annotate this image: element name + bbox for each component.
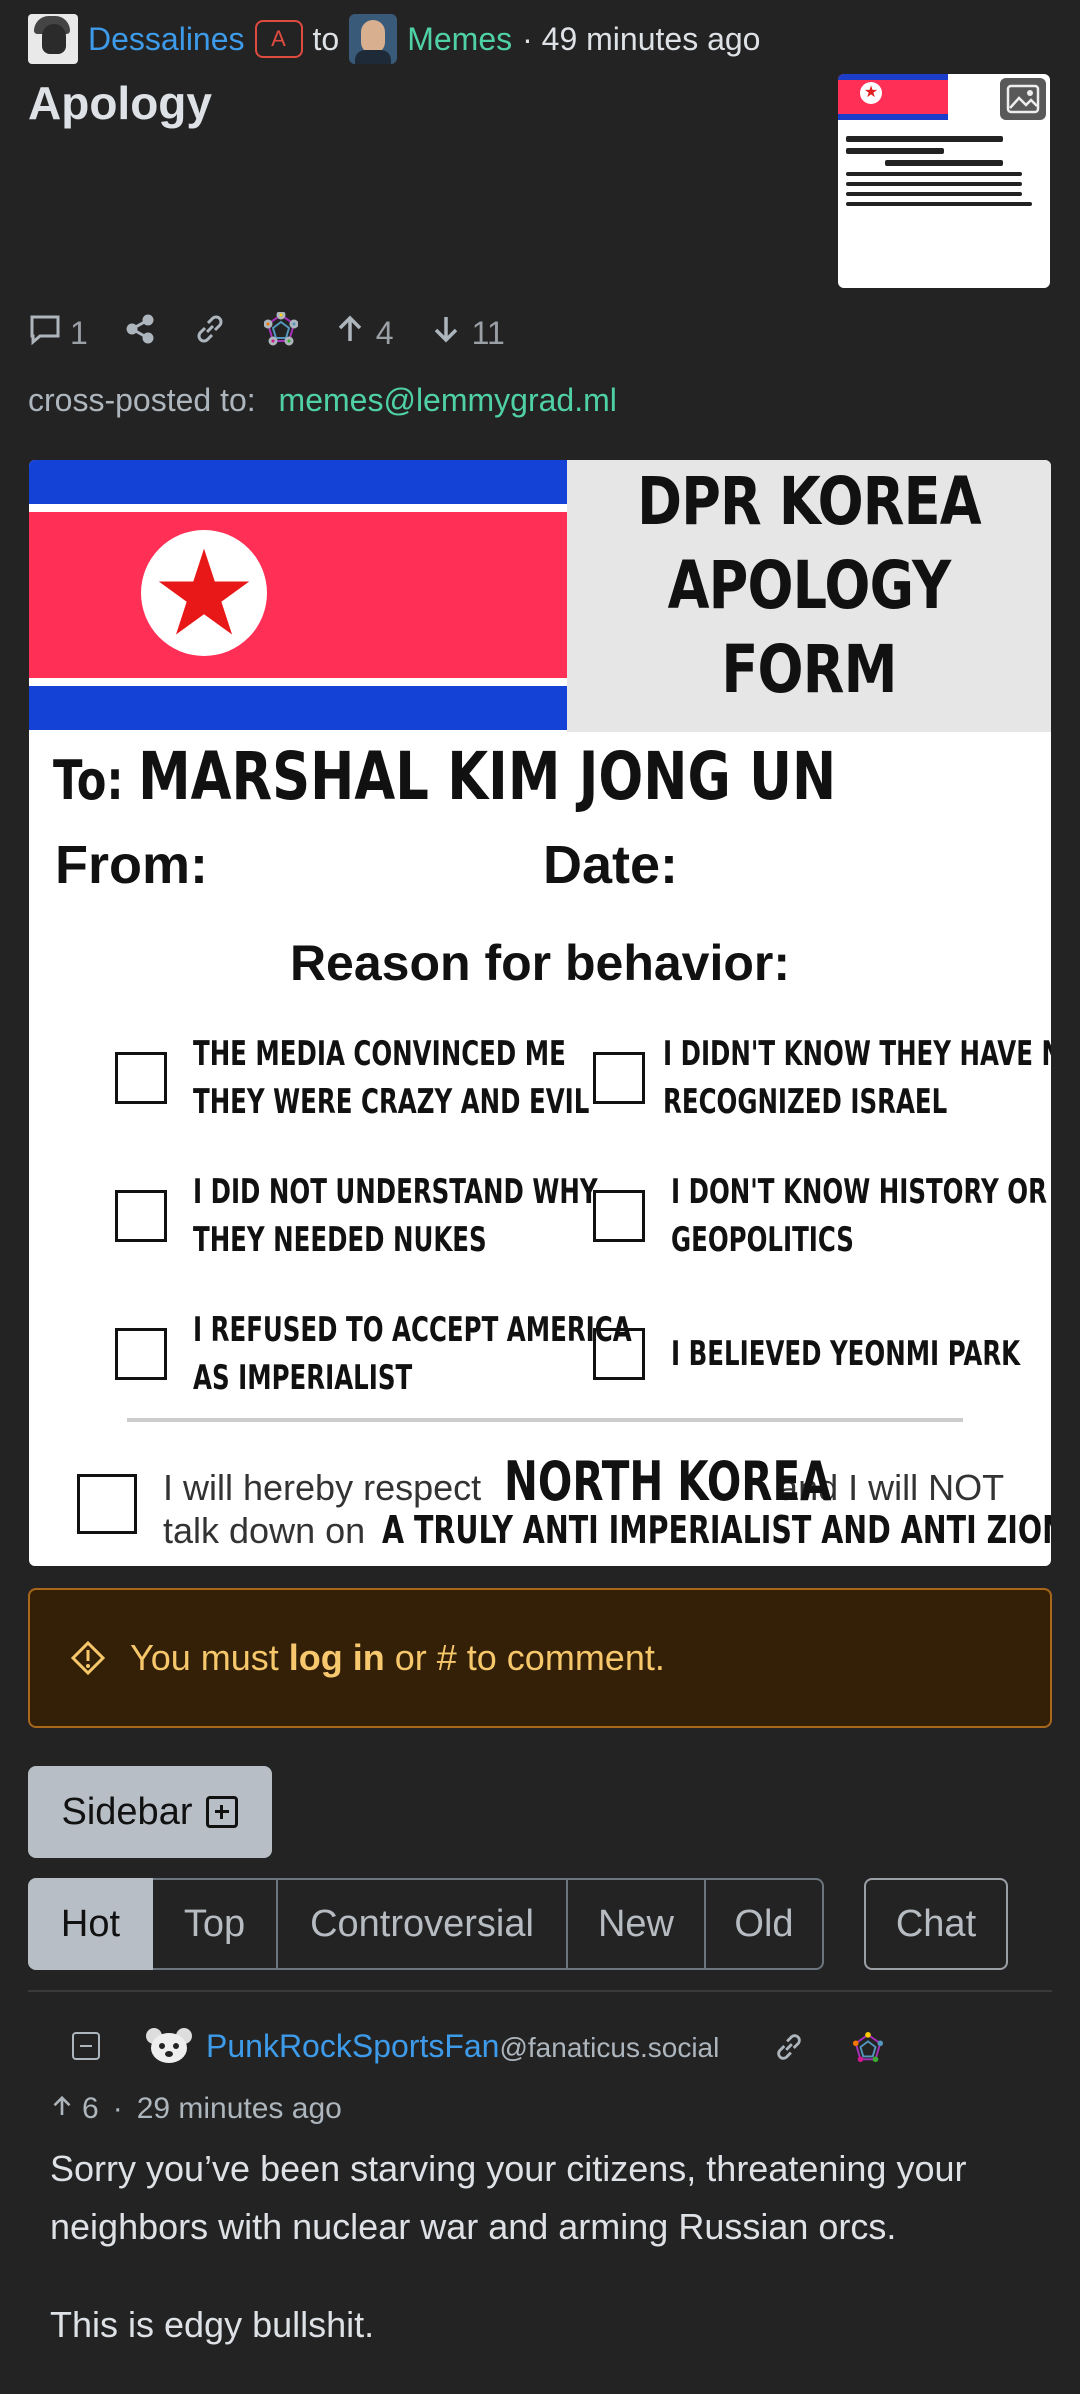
- option-israel: I DIDN'T KNOW THEY HAVE NEVERRECOGNIZED …: [593, 1030, 1051, 1126]
- comment-icon: [28, 312, 62, 354]
- post-meta: Dessalines A to Memes · 49 minutes ago: [28, 14, 760, 64]
- tab-old[interactable]: Old: [706, 1878, 824, 1970]
- community-avatar[interactable]: [349, 14, 398, 64]
- final-statement: I will hereby respect NORTH KOREA and I …: [77, 1450, 1051, 1558]
- comments-button[interactable]: 1: [28, 312, 88, 354]
- from-label: From:: [55, 835, 208, 895]
- link-icon: [192, 311, 228, 355]
- minus-square-icon[interactable]: [72, 2032, 100, 2060]
- plus-square-icon: [206, 1796, 239, 1828]
- tab-hot[interactable]: Hot: [28, 1878, 153, 1970]
- checkbox: [115, 1190, 167, 1242]
- share-button[interactable]: [124, 313, 156, 353]
- checkbox: [77, 1474, 137, 1534]
- upvote-button[interactable]: 4: [334, 313, 394, 353]
- tab-controversial[interactable]: Controversial: [278, 1878, 568, 1970]
- tab-top[interactable]: Top: [153, 1878, 278, 1970]
- post-actions: 1 4 11: [28, 308, 541, 358]
- admin-badge: A: [254, 20, 303, 58]
- fediverse-link[interactable]: [263, 310, 299, 354]
- sidebar-label: Sidebar: [61, 1790, 193, 1833]
- commenter-avatar[interactable]: [144, 2026, 194, 2066]
- alert-prefix: You must: [130, 1637, 279, 1678]
- post-title[interactable]: Apology: [28, 76, 212, 130]
- downvote-icon: [430, 313, 462, 353]
- thumb-text-lines: [846, 130, 1042, 212]
- dprk-flag: ★: [29, 460, 567, 730]
- image-icon: [1000, 78, 1046, 120]
- upvote-icon: [50, 2092, 82, 2126]
- comments-count: 1: [70, 314, 88, 351]
- to-word: to: [312, 20, 340, 57]
- checkbox: [115, 1328, 167, 1380]
- commenter-instance: @fanaticus.social: [499, 2032, 720, 2063]
- thumb-flag: [838, 74, 948, 120]
- crossposted-link[interactable]: memes@lemmygrad.ml: [279, 382, 617, 418]
- upvote-icon: [334, 313, 366, 353]
- comment-score: 6: [82, 2092, 99, 2125]
- tab-new[interactable]: New: [568, 1878, 706, 1970]
- crossposted-line: cross-posted to: memes@lemmygrad.ml: [28, 382, 617, 419]
- checkbox: [115, 1052, 167, 1104]
- share-icon: [124, 313, 156, 353]
- post-image[interactable]: ★ DPR KOREA APOLOGY FORM To: MARSHAL KIM …: [29, 460, 1051, 1566]
- red-star-icon: ★: [151, 528, 257, 660]
- community-link[interactable]: Memes: [407, 21, 512, 58]
- form-heading: DPR KOREA APOLOGY FORM: [567, 460, 1051, 732]
- link-icon[interactable]: [772, 2030, 806, 2069]
- author-link[interactable]: Dessalines: [88, 21, 245, 58]
- login-alert: You must log in or # to comment.: [28, 1588, 1052, 1728]
- chat-button[interactable]: Chat: [864, 1878, 1008, 1970]
- reason-heading: Reason for behavior:: [289, 935, 791, 991]
- fediverse-icon[interactable]: [852, 2032, 884, 2069]
- meta-dot: ·: [112, 2092, 123, 2125]
- post-time: · 49 minutes ago: [522, 20, 761, 57]
- author-avatar[interactable]: [28, 14, 78, 64]
- downvote-count: 11: [471, 314, 505, 351]
- comment-meta: 6 · 29 minutes ago: [50, 2092, 342, 2126]
- fediverse-icon: [263, 310, 299, 354]
- post-thumbnail[interactable]: ★: [838, 74, 1050, 288]
- date-label: Date:: [543, 835, 679, 895]
- divider-line: [127, 1418, 963, 1422]
- option-yeonmi: I BELIEVED YEONMI PARK: [593, 1306, 1051, 1402]
- checkbox: [593, 1052, 645, 1104]
- alert-suffix: or # to comment.: [394, 1637, 665, 1678]
- to-line: To: MARSHAL KIM JONG UN: [53, 738, 837, 815]
- thumb-star-icon: ★: [860, 82, 882, 104]
- section-divider: [28, 1990, 1052, 1992]
- commenter-name[interactable]: PunkRockSportsFan: [206, 2028, 499, 2064]
- comment-paragraph: Sorry you’ve been starving your citizens…: [50, 2148, 967, 2247]
- login-link[interactable]: log in: [289, 1637, 385, 1679]
- comment-body: Sorry you’ve been starving your citizens…: [50, 2140, 1050, 2394]
- checkbox: [593, 1190, 645, 1242]
- upvote-count: 4: [375, 314, 394, 351]
- commenter: PunkRockSportsFan@fanaticus.social: [206, 2028, 719, 2065]
- checkbox: [593, 1328, 645, 1380]
- comment-time: 29 minutes ago: [136, 2092, 342, 2125]
- copy-link-button[interactable]: [192, 311, 228, 355]
- page: Dessalines A to Memes · 49 minutes ago A…: [0, 0, 1080, 2386]
- downvote-button[interactable]: 11: [430, 313, 505, 353]
- comment-paragraph: This is edgy bullshit.: [50, 2304, 375, 2345]
- crossposted-label: cross-posted to:: [28, 382, 256, 418]
- warning-icon: [70, 1640, 106, 1676]
- sort-tabs: Hot Top Controversial New Old: [28, 1878, 824, 1970]
- sidebar-button[interactable]: Sidebar: [28, 1766, 272, 1858]
- option-history: I DON'T KNOW HISTORY OR GEOPOLITICS: [593, 1168, 1051, 1264]
